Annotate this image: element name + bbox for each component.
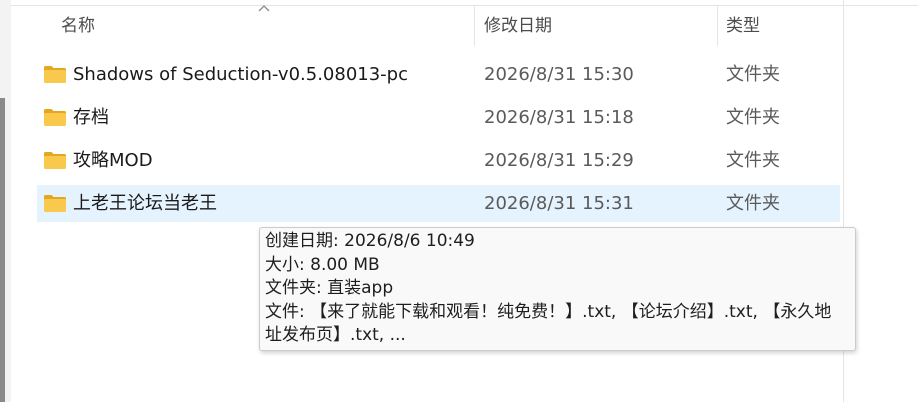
navigation-pane-scrollbar[interactable]: [0, 98, 5, 402]
column-header-bar: 名称 修改日期 类型: [11, 5, 843, 46]
file-row[interactable]: 存档 2026/8/31 15:18 文件夹: [37, 99, 840, 136]
file-name: 存档: [73, 107, 109, 128]
tooltip-size: 大小: 8.00 MB: [265, 254, 380, 275]
file-row[interactable]: Shadows of Seduction-v0.5.08013-pc 2026/…: [37, 56, 840, 93]
column-divider[interactable]: [474, 6, 475, 46]
file-type: 文件夹: [726, 193, 780, 214]
folder-icon: [44, 195, 66, 212]
file-name: Shadows of Seduction-v0.5.08013-pc: [73, 64, 408, 85]
file-type: 文件夹: [726, 64, 780, 85]
chevron-up-icon: [258, 5, 270, 12]
tooltip-files: 文件: 【来了就能下载和观看！纯免费！】.txt, 【论坛介绍】.txt, 【永…: [265, 301, 832, 322]
file-name: 攻略MOD: [73, 150, 153, 171]
tooltip-files-continued: 址发布页】.txt, ...: [265, 325, 406, 345]
file-type: 文件夹: [726, 107, 780, 128]
file-date-modified: 2026/8/31 15:31: [484, 193, 634, 214]
column-divider[interactable]: [717, 6, 718, 46]
file-date-modified: 2026/8/31 15:18: [484, 107, 634, 128]
file-date-modified: 2026/8/31 15:30: [484, 64, 634, 85]
file-row[interactable]: 攻略MOD 2026/8/31 15:29 文件夹: [37, 142, 840, 179]
folder-info-tooltip: 创建日期: 2026/8/6 10:49 大小: 8.00 MB 文件夹: 直装…: [259, 227, 856, 351]
file-type: 文件夹: [726, 150, 780, 171]
file-date-modified: 2026/8/31 15:29: [484, 150, 634, 171]
folder-icon: [44, 66, 66, 83]
file-row-selected[interactable]: 上老王论坛当老王 2026/8/31 15:31 文件夹: [37, 185, 840, 222]
folder-icon: [44, 152, 66, 169]
tooltip-folders: 文件夹: 直装app: [265, 278, 394, 298]
file-name: 上老王论坛当老王: [73, 193, 217, 214]
column-header-name[interactable]: 名称: [61, 6, 95, 46]
tooltip-created-date: 创建日期: 2026/8/6 10:49: [265, 231, 475, 251]
column-header-date-modified[interactable]: 修改日期: [484, 6, 552, 46]
folder-icon: [44, 109, 66, 126]
column-header-type[interactable]: 类型: [726, 6, 760, 46]
